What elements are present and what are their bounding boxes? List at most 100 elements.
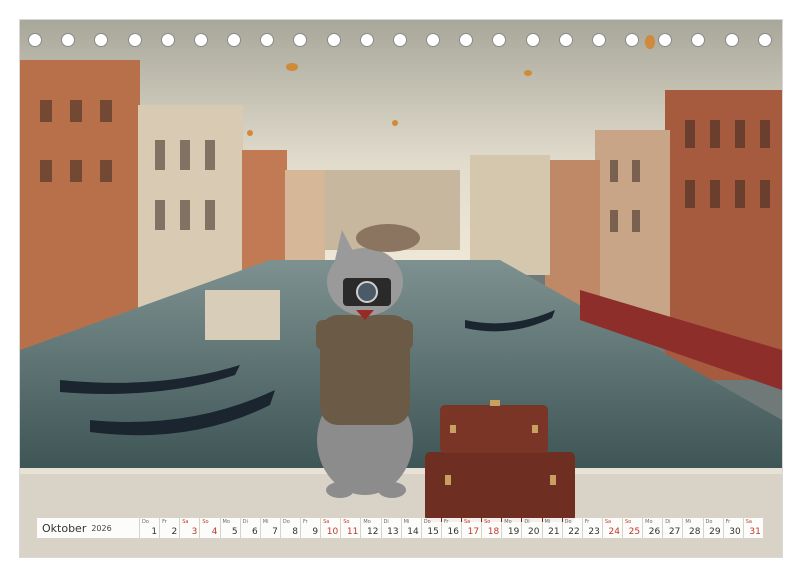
day-cell: Do 8 bbox=[280, 518, 300, 538]
day-cell: Do 29 bbox=[703, 518, 723, 538]
weekday-label: So bbox=[343, 519, 350, 525]
binding-hole bbox=[558, 33, 573, 47]
weekday-label: Mi bbox=[403, 519, 410, 525]
day-cell: Mo 5 bbox=[220, 518, 240, 538]
weekday-label: Di bbox=[665, 519, 671, 525]
day-cell: Di 20 bbox=[522, 518, 542, 538]
weekday-label: Mi bbox=[544, 519, 551, 525]
day-cell: Sa 31 bbox=[743, 518, 763, 538]
day-number: 31 bbox=[749, 527, 761, 537]
weekday-label: Fr bbox=[584, 519, 590, 525]
day-cell: Do 15 bbox=[421, 518, 441, 538]
day-number: 12 bbox=[367, 527, 379, 537]
day-number: 15 bbox=[427, 527, 439, 537]
day-number: 22 bbox=[568, 527, 580, 537]
binding-hole bbox=[28, 33, 42, 47]
weekday-label: Do bbox=[705, 519, 713, 525]
day-number: 17 bbox=[467, 527, 480, 537]
right-building-3 bbox=[545, 160, 600, 310]
weekday-label: Fr bbox=[725, 519, 731, 525]
day-number: 5 bbox=[231, 527, 238, 537]
day-cell: Sa 17 bbox=[462, 518, 482, 538]
weekday-label: Mi bbox=[262, 519, 269, 525]
day-number: 7 bbox=[272, 527, 278, 537]
weekday-label: So bbox=[202, 519, 209, 525]
binding-hole bbox=[160, 33, 175, 47]
day-cell: Fr 23 bbox=[582, 518, 602, 538]
day-number: 6 bbox=[252, 527, 258, 537]
day-number: 19 bbox=[507, 527, 520, 537]
day-cell: So 25 bbox=[623, 518, 643, 538]
bridge-parapet bbox=[20, 470, 782, 557]
weekday-label: Mi bbox=[685, 519, 692, 525]
binding-hole bbox=[227, 33, 242, 47]
right-building-4 bbox=[470, 155, 550, 275]
weekday-label: Mo bbox=[222, 519, 230, 525]
weekday-label: Fr bbox=[303, 519, 308, 525]
binding-hole bbox=[724, 33, 739, 47]
day-cell: Mi 21 bbox=[542, 518, 562, 538]
day-number: 29 bbox=[709, 527, 721, 537]
day-cell: Mi 28 bbox=[683, 518, 703, 538]
day-cell: Mi 14 bbox=[401, 518, 421, 538]
venice-canal-illustration bbox=[20, 20, 782, 557]
binding-hole bbox=[326, 33, 341, 47]
day-cell: Mi 7 bbox=[260, 518, 280, 538]
day-number: 26 bbox=[648, 527, 661, 537]
weekday-label: Sa bbox=[323, 519, 330, 525]
day-cell: Di 6 bbox=[240, 518, 260, 538]
day-number: 4 bbox=[211, 527, 218, 537]
day-number: 21 bbox=[548, 527, 560, 537]
day-number: 24 bbox=[608, 527, 620, 537]
binding-hole bbox=[691, 33, 706, 47]
weekday-label: Fr bbox=[443, 519, 449, 525]
binding-hole bbox=[61, 33, 76, 47]
day-cell: Sa 3 bbox=[180, 518, 200, 538]
binding-hole bbox=[492, 33, 507, 47]
binding-hole bbox=[525, 33, 540, 47]
binding-hole bbox=[359, 33, 374, 47]
binding-hole bbox=[293, 33, 308, 47]
day-cell: Di 27 bbox=[663, 518, 683, 538]
day-number: 1 bbox=[151, 527, 158, 537]
weekday-label: Di bbox=[524, 519, 530, 525]
day-cell: Mo 12 bbox=[361, 518, 381, 538]
day-number: 16 bbox=[447, 527, 459, 537]
day-number: 23 bbox=[588, 527, 600, 537]
day-number: 14 bbox=[407, 527, 419, 537]
day-number: 30 bbox=[729, 527, 741, 537]
weekday-label: Sa bbox=[464, 519, 471, 525]
day-cell: Fr 9 bbox=[301, 518, 321, 538]
weekday-label: Sa bbox=[182, 519, 189, 525]
binding-holes bbox=[28, 33, 772, 51]
day-number: 8 bbox=[292, 527, 298, 537]
day-number: 9 bbox=[312, 527, 319, 537]
day-cell: Mo 19 bbox=[502, 518, 522, 538]
binding-hole bbox=[757, 33, 772, 47]
binding-hole bbox=[591, 33, 606, 47]
day-cell: Fr 30 bbox=[723, 518, 743, 538]
binding-hole bbox=[193, 33, 208, 47]
day-number: 27 bbox=[668, 527, 681, 537]
day-cell: So 18 bbox=[482, 518, 502, 538]
day-cell: Do 22 bbox=[562, 518, 582, 538]
day-number: 13 bbox=[387, 527, 399, 537]
binding-hole bbox=[392, 33, 407, 47]
day-number: 20 bbox=[528, 527, 540, 537]
day-number: 28 bbox=[689, 527, 701, 537]
day-cell: Di 13 bbox=[381, 518, 401, 538]
binding-hole bbox=[459, 33, 474, 47]
weekday-label: So bbox=[484, 519, 491, 525]
day-number: 3 bbox=[191, 527, 198, 537]
weekday-label: Do bbox=[142, 519, 149, 525]
day-cell: Fr 16 bbox=[441, 518, 461, 538]
month-name: Oktober bbox=[42, 521, 87, 535]
weekday-label: Do bbox=[282, 519, 290, 525]
weekday-label: Sa bbox=[745, 519, 752, 525]
binding-hole bbox=[260, 33, 275, 47]
day-cell: Sa 24 bbox=[602, 518, 622, 538]
binding-hole bbox=[426, 33, 441, 47]
day-cell: Fr 2 bbox=[160, 518, 180, 538]
day-cell: So 11 bbox=[341, 518, 361, 538]
binding-hole bbox=[658, 33, 673, 47]
